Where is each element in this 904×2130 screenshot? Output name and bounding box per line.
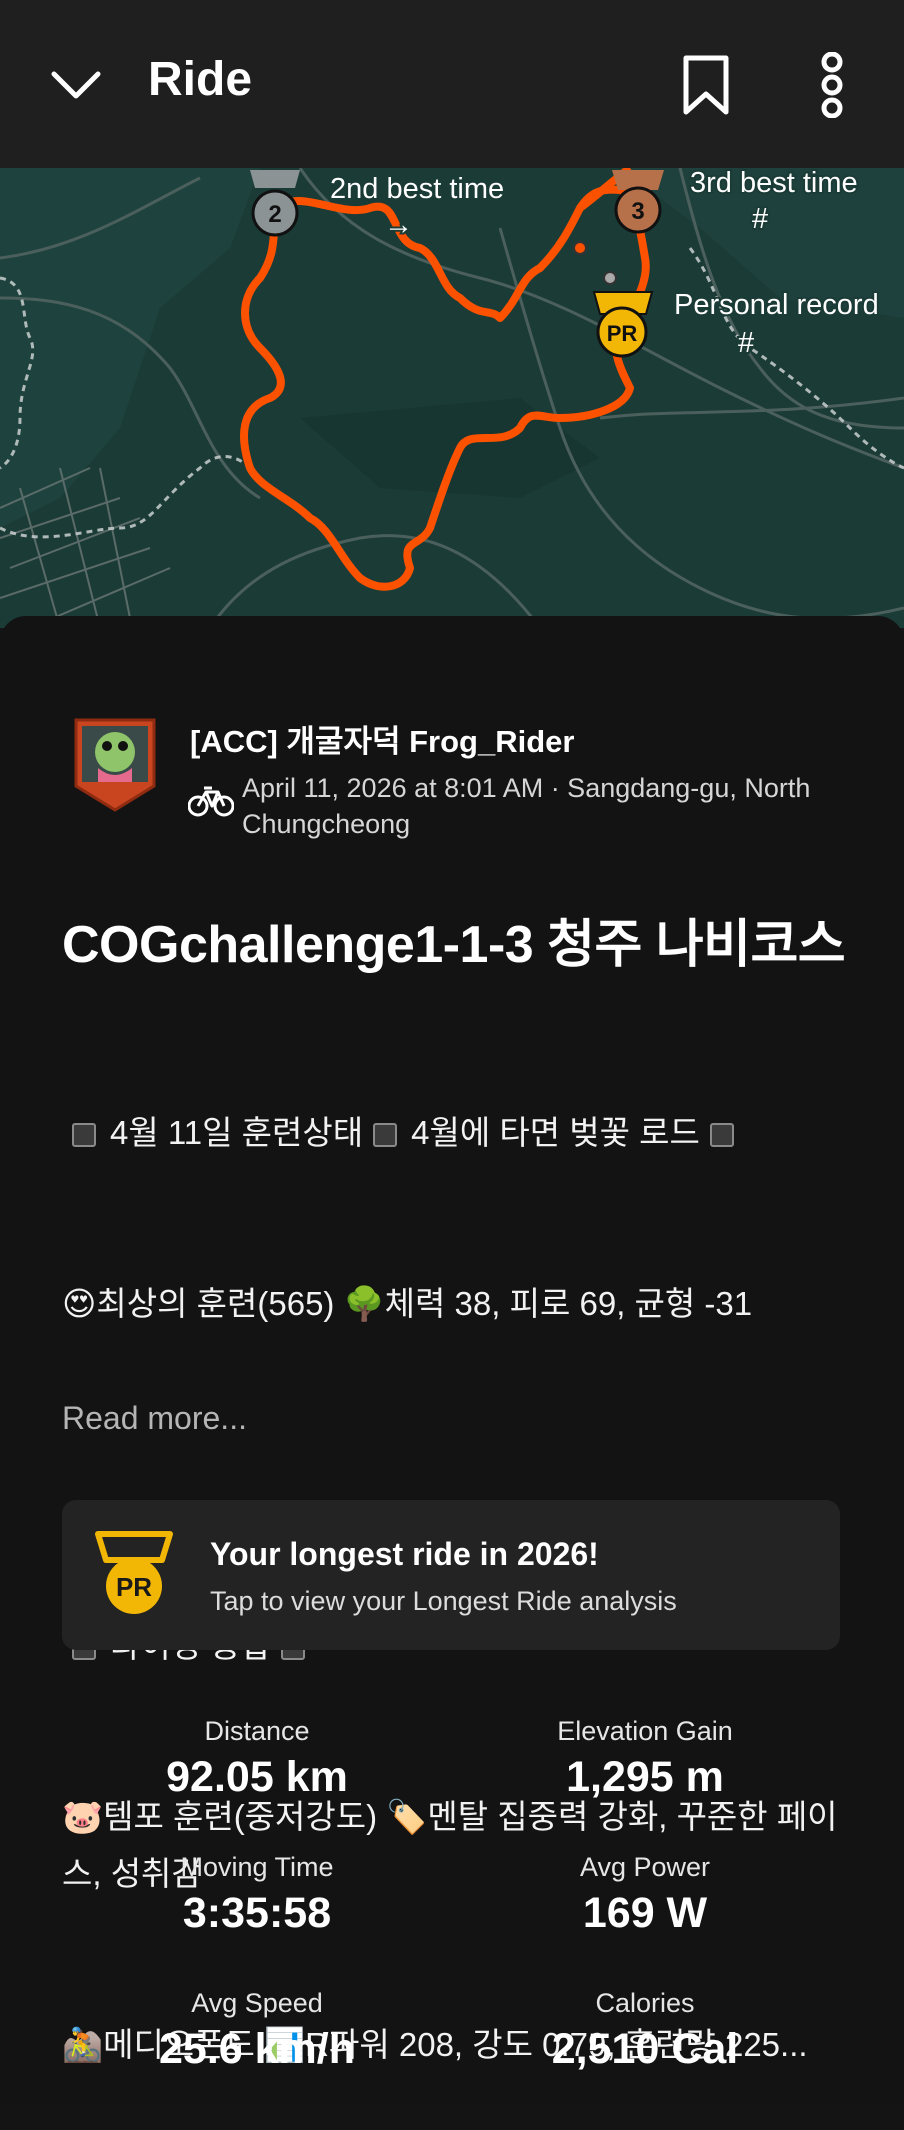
top-app-bar: Ride	[0, 0, 904, 168]
second-best-label: 2nd best time	[330, 173, 504, 205]
pr-medal-text: PR	[607, 321, 638, 346]
bike-icon	[188, 786, 234, 817]
achievement-title: Your longest ride in 2026!	[210, 1536, 599, 1572]
stat-avg-speed: Avg Speed 25.6 km/h	[57, 1988, 457, 2074]
activity-datetime-location: April 11, 2026 at 8:01 AM · Sangdang-gu,…	[242, 773, 811, 839]
pr-medal-icon: PR	[95, 1531, 173, 1614]
athlete-name[interactable]: [ACC] 개굴자덕 Frog_Rider	[190, 716, 574, 761]
stat-value: 1,295 m	[566, 1753, 724, 1801]
stat-value: 169 W	[582, 1889, 708, 1937]
read-more-link[interactable]: Read more...	[62, 1400, 247, 1437]
desc-line-1-a: 4월 11일 훈련상태	[110, 1114, 364, 1151]
stat-value: 25.6 km/h	[159, 2025, 355, 2073]
square-bullet-icon	[72, 1123, 96, 1148]
stat-calories: Calories 2,510 Cal	[445, 1988, 845, 2074]
achievement-card[interactable]: PR Your longest ride in 2026! Tap to vie…	[62, 1500, 840, 1650]
bronze-medal-number: 3	[631, 198, 644, 225]
page-title: Ride	[148, 53, 253, 106]
third-best-label: 3rd best time	[690, 168, 858, 199]
pr-label: Personal record	[674, 289, 879, 321]
route-map[interactable]: 2 3 PR 2nd best time → 3rd best time # P…	[0, 168, 904, 628]
achievement-subtitle: Tap to view your Longest Ride analysis	[210, 1586, 677, 1616]
square-bullet-icon	[373, 1123, 398, 1148]
more-options-icon[interactable]	[818, 52, 846, 118]
stat-elevation-gain: Elevation Gain 1,295 m	[445, 1716, 845, 1802]
bookmark-icon[interactable]	[680, 54, 732, 116]
silver-medal-icon[interactable]: 2	[250, 170, 300, 237]
desc-line-1-b: 4월에 타면 벚꽃 로드	[411, 1114, 700, 1151]
stat-label: Calories	[595, 1988, 695, 2018]
stat-label: Avg Power	[579, 1852, 711, 1882]
chevron-down-icon[interactable]	[48, 60, 104, 108]
stat-value: 92.05 km	[166, 1753, 348, 1801]
stat-value: 2,510 Cal	[551, 2025, 739, 2073]
second-best-arrow: →	[384, 209, 413, 241]
stat-avg-power: Avg Power 169 W	[445, 1852, 845, 1938]
achievement-medal-text: PR	[116, 1572, 152, 1602]
stat-label: Distance	[204, 1716, 310, 1746]
stat-label: Avg Speed	[191, 1988, 323, 2018]
third-best-hash: #	[752, 203, 768, 235]
stat-moving-time: Moving Time 3:35:58	[57, 1852, 457, 1938]
stat-distance: Distance 92.05 km	[57, 1716, 457, 1802]
pr-hash: #	[738, 327, 754, 359]
avatar[interactable]	[72, 716, 158, 812]
desc-line-2: 😍최상의 훈련(565) 🌳체력 38, 피로 69, 균형 -31	[62, 1285, 753, 1322]
desc-line-1: 4월 11일 훈련상태 4월에 타면 벚꽃 로드	[62, 1104, 852, 1161]
stat-label: Moving Time	[180, 1852, 334, 1882]
activity-title: COGchallenge1-1-3 청주 나비코스	[62, 916, 846, 974]
square-bullet-icon	[709, 1123, 734, 1148]
bronze-medal-icon[interactable]: 3	[612, 170, 664, 234]
silver-medal-number: 2	[268, 201, 281, 228]
stat-label: Elevation Gain	[557, 1716, 733, 1746]
stat-value: 3:35:58	[182, 1889, 332, 1937]
